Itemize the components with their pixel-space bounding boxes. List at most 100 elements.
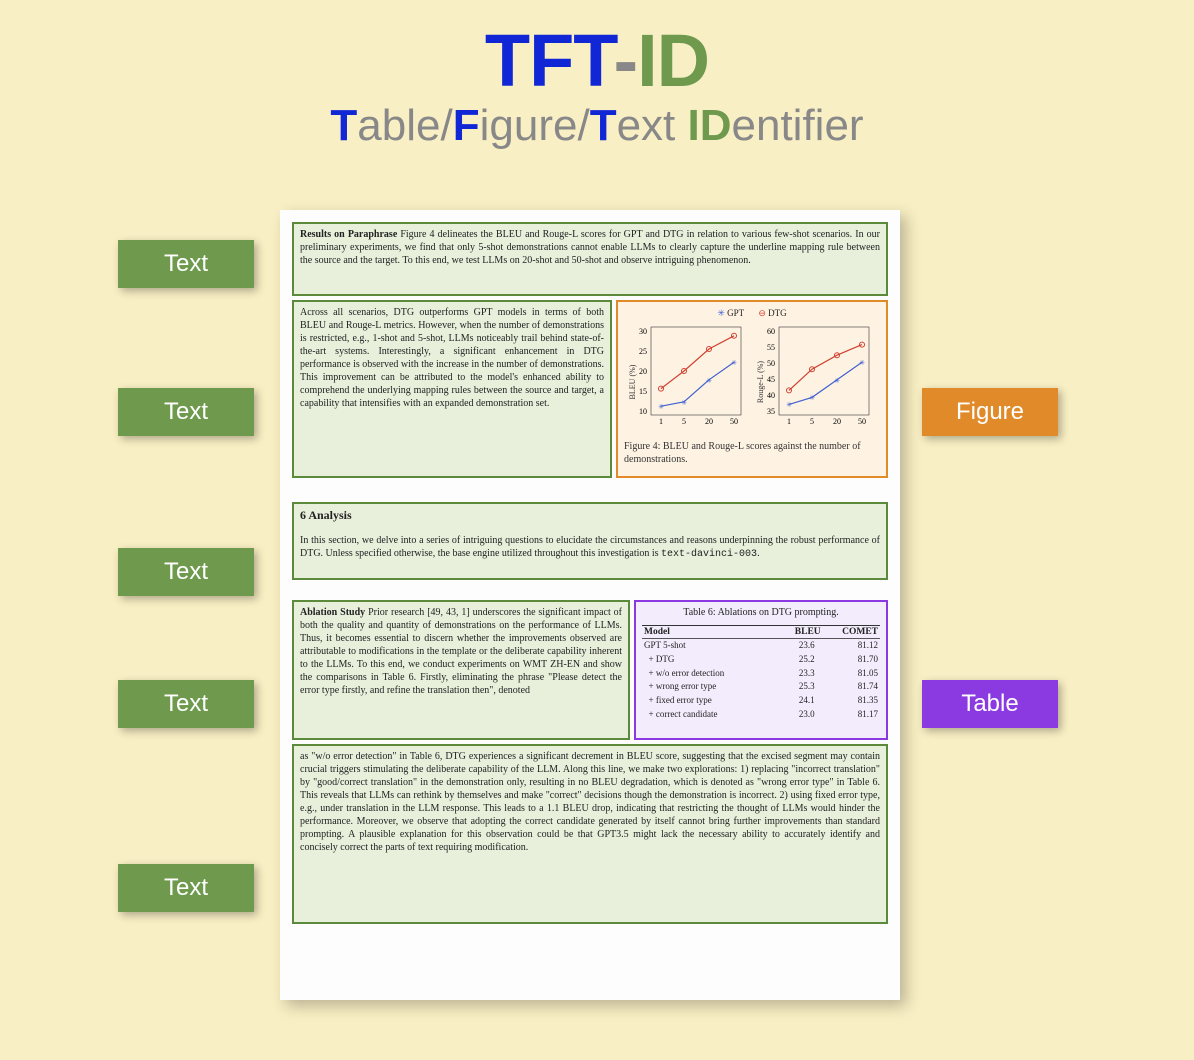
ablation-table: Model BLEU COMET GPT 5-shot23.681.12 + D… xyxy=(642,625,880,721)
sub-able: able xyxy=(357,101,440,150)
label-text-1-txt: Text xyxy=(164,250,208,278)
svg-text:20: 20 xyxy=(639,367,647,376)
chart-bleu: BLEU (%) 30 25 20 15 10 1 5 20 50 xyxy=(629,322,747,436)
sub-T2: T xyxy=(590,101,617,150)
svg-text:✳: ✳ xyxy=(681,399,687,407)
text-region-5: as "w/o error detection" in Table 6, DTG… xyxy=(292,744,888,924)
rouge-chart-svg: Rouge-L (%) 60 55 50 45 40 35 1 5 20 50 xyxy=(757,322,875,432)
label-text-3-txt: Text xyxy=(164,558,208,586)
svg-text:✳: ✳ xyxy=(859,359,865,367)
svg-text:✳: ✳ xyxy=(809,394,815,402)
svg-text:✳: ✳ xyxy=(731,359,737,367)
table-head: Model BLEU COMET xyxy=(642,626,880,639)
figure-caption: Figure 4: BLEU and Rouge-L scores agains… xyxy=(624,440,880,466)
legend-gpt: ✳ GPT xyxy=(717,308,744,318)
svg-text:50: 50 xyxy=(858,417,866,426)
rouge-ylabel: Rouge-L (%) xyxy=(757,360,765,402)
svg-text:25: 25 xyxy=(639,347,647,356)
r1-bold: Results on Paraphrase xyxy=(300,229,397,240)
svg-text:✳: ✳ xyxy=(834,377,840,385)
sub-slash2: / xyxy=(577,101,589,150)
label-text-5: Text xyxy=(118,864,254,912)
sub-ID: ID xyxy=(688,101,732,150)
table-region: Table 6: Ablations on DTG prompting. Mod… xyxy=(634,600,888,740)
table-row: + fixed error type24.181.35 xyxy=(642,694,880,708)
table-row: GPT 5-shot23.681.12 xyxy=(642,639,880,653)
gpt-marker-icon: ✳ xyxy=(717,308,725,318)
svg-text:5: 5 xyxy=(810,417,814,426)
label-table-txt: Table xyxy=(961,690,1018,718)
label-table: Table xyxy=(922,680,1058,728)
label-figure: Figure xyxy=(922,388,1058,436)
svg-text:✳: ✳ xyxy=(706,377,712,385)
svg-text:50: 50 xyxy=(767,359,775,368)
label-text-2-txt: Text xyxy=(164,398,208,426)
r3-body-wrap: In this section, we delve into a series … xyxy=(300,534,880,561)
svg-text:20: 20 xyxy=(833,417,841,426)
svg-text:60: 60 xyxy=(767,327,775,336)
label-text-4: Text xyxy=(118,680,254,728)
svg-text:35: 35 xyxy=(767,407,775,416)
text-region-2: Across all scenarios, DTG outperforms GP… xyxy=(292,300,612,478)
label-text-3: Text xyxy=(118,548,254,596)
title-id: ID xyxy=(637,19,709,102)
table-row: + correct candidate23.081.17 xyxy=(642,708,880,722)
r3-heading: 6 Analysis xyxy=(300,508,880,524)
legend-dtg-txt: DTG xyxy=(768,308,787,318)
legend-dtg: ⊖ DTG xyxy=(758,308,786,318)
sub-T1: T xyxy=(330,101,357,150)
chart-legend: ✳ GPT ⊖ DTG xyxy=(624,306,880,322)
r3-code: text-davinci-003 xyxy=(661,549,757,560)
svg-text:✳: ✳ xyxy=(786,401,792,409)
r4-bold: Ablation Study xyxy=(300,607,365,618)
svg-text:1: 1 xyxy=(659,417,663,426)
svg-text:55: 55 xyxy=(767,343,775,352)
r5-body: as "w/o error detection" in Table 6, DTG… xyxy=(300,751,880,853)
figure-region: ✳ GPT ⊖ DTG BLEU (%) 30 25 20 15 10 1 5 xyxy=(616,300,888,478)
r2-body: Across all scenarios, DTG outperforms GP… xyxy=(300,307,604,409)
text-region-1: Results on Paraphrase Figure 4 delineate… xyxy=(292,222,888,296)
table-row: + DTG25.281.70 xyxy=(642,653,880,667)
svg-text:5: 5 xyxy=(682,417,686,426)
subtitle: Table/Figure/Text IDentifier xyxy=(0,101,1194,151)
svg-text:50: 50 xyxy=(730,417,738,426)
svg-text:✳: ✳ xyxy=(658,403,664,411)
label-text-5-txt: Text xyxy=(164,874,208,902)
sub-entifier: entifier xyxy=(732,101,864,150)
svg-text:20: 20 xyxy=(705,417,713,426)
table-body: GPT 5-shot23.681.12 + DTG25.281.70 + w/o… xyxy=(642,639,880,722)
r4-body: Prior research [49, 43, 1] underscores t… xyxy=(300,607,622,696)
sub-slash1: / xyxy=(440,101,452,150)
label-text-4-txt: Text xyxy=(164,690,208,718)
table-row: + wrong error type25.381.74 xyxy=(642,680,880,694)
main-title: TFT-ID xyxy=(0,18,1194,103)
title-tft: TFT xyxy=(485,19,614,102)
dtg-marker-icon: ⊖ xyxy=(758,308,766,318)
bleu-ylabel: BLEU (%) xyxy=(629,364,637,399)
label-text-2: Text xyxy=(118,388,254,436)
label-text-1: Text xyxy=(118,240,254,288)
text-region-4: Ablation Study Prior research [49, 43, 1… xyxy=(292,600,630,740)
svg-text:30: 30 xyxy=(639,327,647,336)
svg-text:45: 45 xyxy=(767,375,775,384)
sub-ext: ext xyxy=(617,101,688,150)
sub-igure: igure xyxy=(480,101,578,150)
paper-page: Results on Paraphrase Figure 4 delineate… xyxy=(280,210,900,1000)
th-bleu: BLEU xyxy=(780,626,820,639)
svg-text:1: 1 xyxy=(787,417,791,426)
bleu-chart-svg: BLEU (%) 30 25 20 15 10 1 5 20 50 xyxy=(629,322,747,432)
r3-body: In this section, we delve into a series … xyxy=(300,535,880,559)
sub-F: F xyxy=(453,101,480,150)
r3-period: . xyxy=(757,548,760,559)
svg-text:40: 40 xyxy=(767,391,775,400)
chart-rouge: Rouge-L (%) 60 55 50 45 40 35 1 5 20 50 xyxy=(757,322,875,436)
title-section: TFT-ID Table/Figure/Text IDentifier xyxy=(0,0,1194,151)
title-dash: - xyxy=(613,19,637,102)
label-figure-txt: Figure xyxy=(956,398,1024,426)
table-caption: Table 6: Ablations on DTG prompting. xyxy=(642,606,880,619)
charts-row: BLEU (%) 30 25 20 15 10 1 5 20 50 xyxy=(624,322,880,436)
text-region-3: 6 Analysis In this section, we delve int… xyxy=(292,502,888,580)
table-row: + w/o error detection23.381.05 xyxy=(642,667,880,681)
svg-text:15: 15 xyxy=(639,387,647,396)
th-comet: COMET xyxy=(821,626,880,639)
